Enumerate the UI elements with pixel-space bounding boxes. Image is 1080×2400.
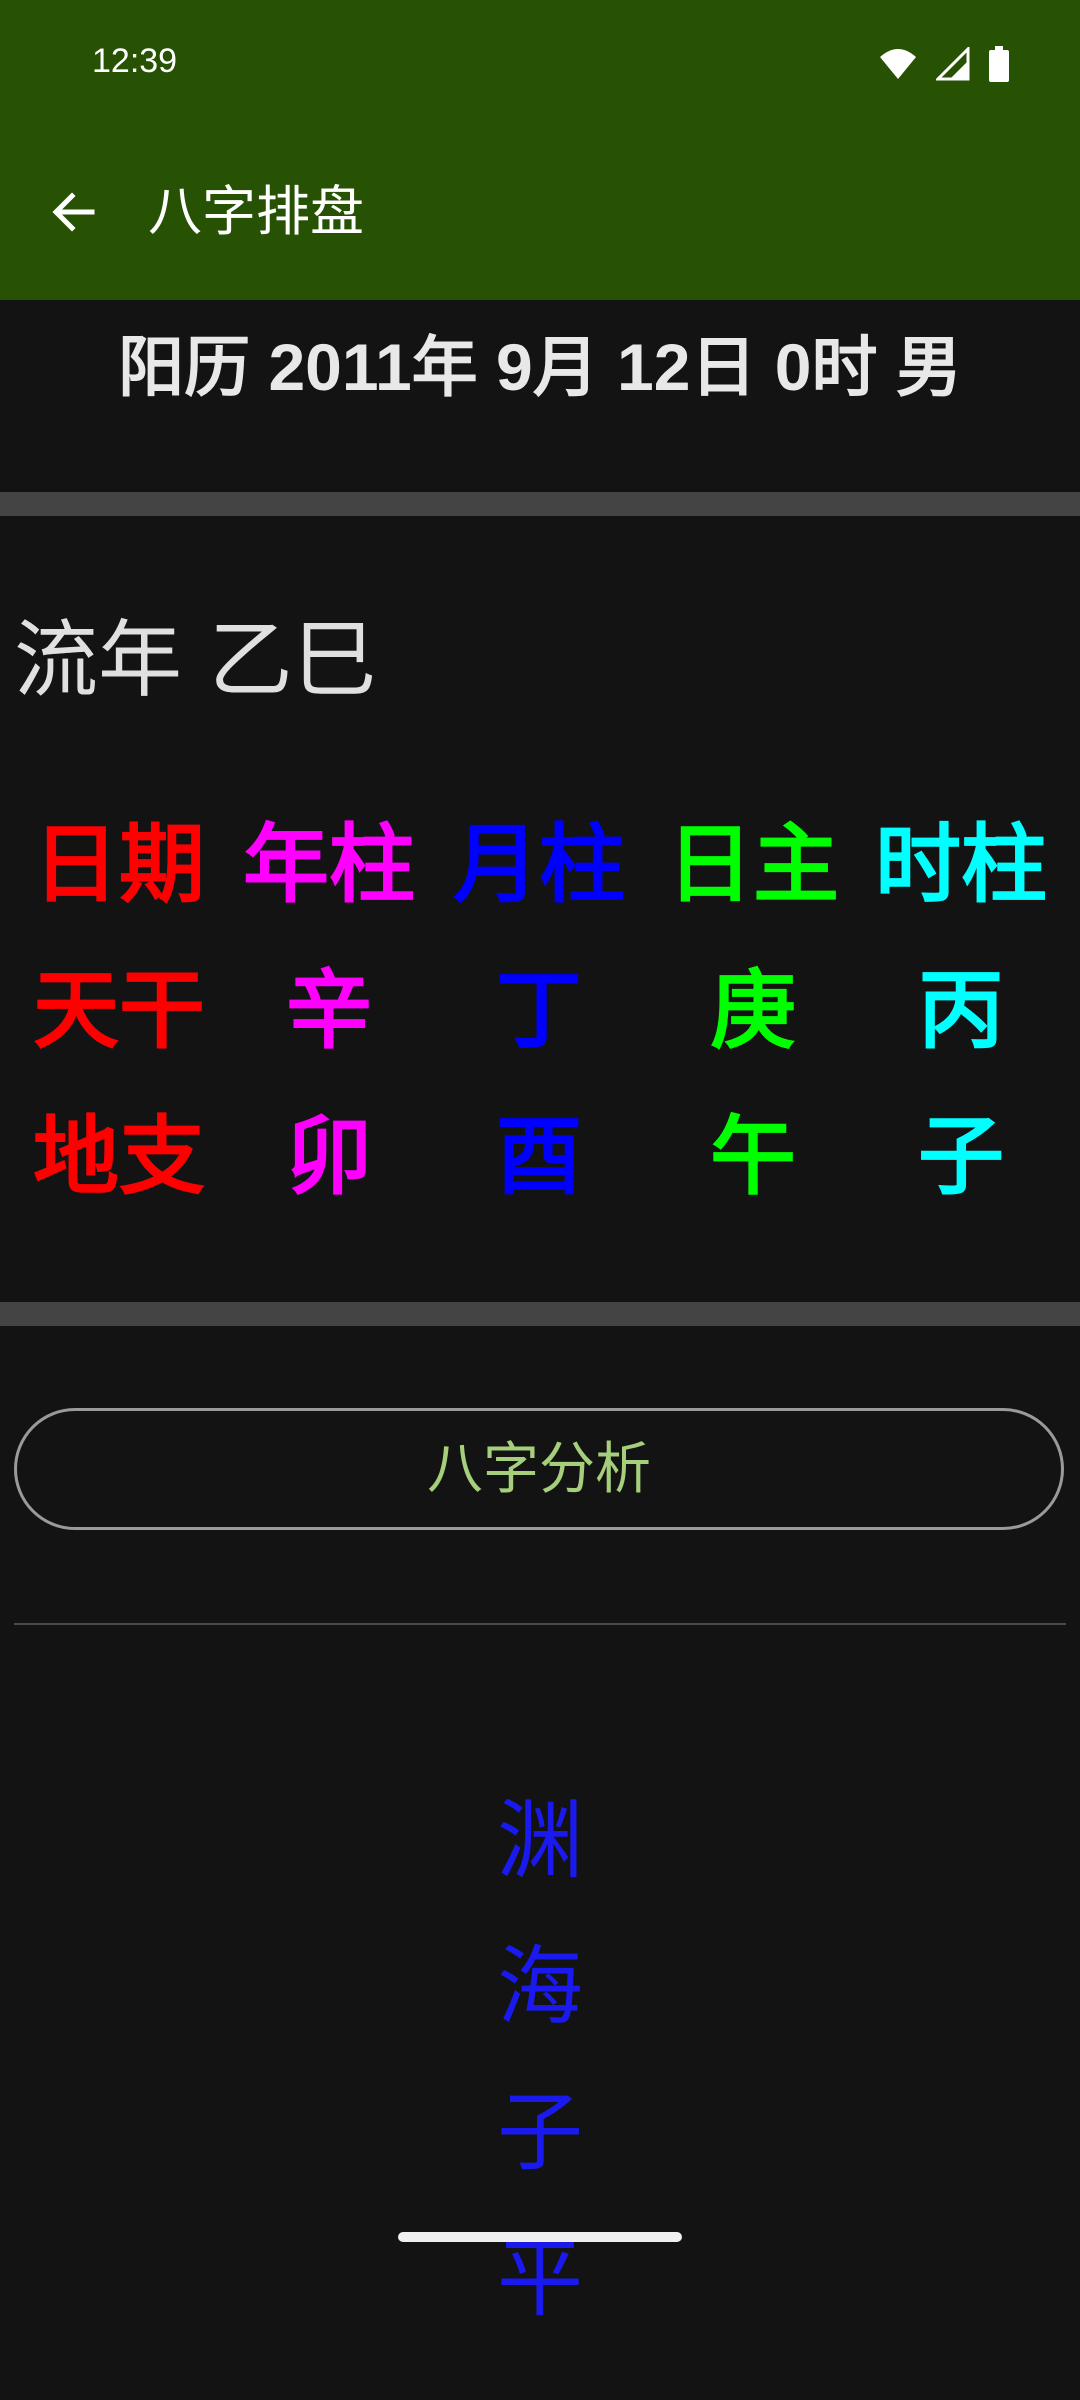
arrow-back-icon	[52, 192, 95, 232]
dizhi-cell: 卯	[286, 1107, 372, 1207]
tiangan-cell: 辛	[286, 961, 372, 1061]
birth-info: 阳历 2011年 9月 12日 0时 男	[118, 330, 962, 404]
vertical-title-char: 平	[497, 2229, 583, 2329]
status-icons	[878, 44, 1010, 84]
dizhi-cell: 午	[710, 1107, 796, 1207]
header-cell: 月柱	[453, 815, 625, 915]
vertical-title: 渊 海 子 平	[490, 1768, 590, 2352]
back-button[interactable]	[44, 182, 104, 242]
tiangan-cell: 丙	[918, 961, 1004, 1061]
status-time: 12:39	[92, 42, 178, 80]
app-bar: 12:39 八字排盘	[0, 0, 1080, 300]
vertical-title-char: 子	[497, 2083, 583, 2183]
tiangan-row: 天干 辛 丁 庚 丙	[0, 956, 1080, 1066]
tiangan-cell: 天干	[33, 961, 205, 1061]
vertical-title-char: 渊	[497, 1791, 583, 1891]
dizhi-cell: 地支	[33, 1107, 205, 1207]
section-divider	[0, 492, 1080, 516]
header-cell: 日期	[33, 815, 205, 915]
page-title: 八字排盘	[148, 180, 364, 243]
thin-divider	[14, 1623, 1066, 1625]
signal-icon	[936, 47, 970, 81]
header-cell: 年柱	[243, 815, 415, 915]
header-cell: 时柱	[875, 815, 1047, 915]
header-row: 日期 年柱 月柱 日主 时柱	[0, 810, 1080, 920]
vertical-title-char: 海	[497, 1937, 583, 2037]
header-cell: 日主	[667, 815, 839, 915]
wifi-icon	[880, 49, 916, 79]
dizhi-row: 地支 卯 酉 午 子	[0, 1102, 1080, 1212]
battery-icon	[989, 46, 1009, 82]
section-divider	[0, 1302, 1080, 1326]
tiangan-cell: 庚	[710, 961, 796, 1061]
bazi-analysis-button[interactable]: 八字分析	[14, 1408, 1064, 1530]
home-indicator[interactable]	[398, 2232, 682, 2242]
dizhi-cell: 子	[918, 1107, 1004, 1207]
liunian-label: 流年 乙巳	[14, 611, 377, 709]
dizhi-cell: 酉	[496, 1107, 582, 1207]
tiangan-cell: 丁	[496, 961, 582, 1061]
